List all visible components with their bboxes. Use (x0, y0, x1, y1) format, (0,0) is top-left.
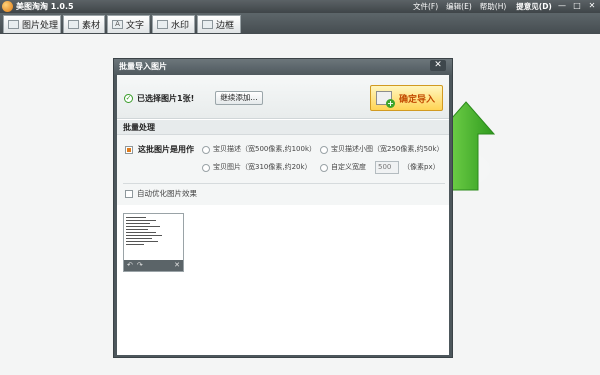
confirm-import-button[interactable]: 确定导入 (370, 85, 443, 111)
section-title: 批量处理 (123, 123, 155, 132)
menu-help[interactable]: 帮助(H) (480, 1, 507, 12)
title-bar: 美图淘淘 1.0.5 文件(F) 编辑(E) 帮助(H) 提意见(D) — □ … (0, 0, 600, 13)
material-icon (68, 20, 79, 29)
custom-width-input[interactable]: 500 (375, 161, 399, 174)
radio-custom[interactable] (320, 164, 328, 172)
app-title: 美图淘淘 1.0.5 (16, 2, 74, 11)
check-circle-icon: ✓ (124, 94, 133, 103)
border-icon (202, 20, 213, 29)
minimize-button[interactable]: — (556, 1, 568, 11)
tab-text[interactable]: A 文字 (107, 15, 150, 33)
dialog-title: 批量导入图片 (119, 62, 167, 71)
tab-label: 图片处理 (22, 21, 59, 31)
tab-label: 素材 (82, 21, 101, 31)
use-as-label: 这批图片是用作 (138, 145, 194, 154)
tab-material[interactable]: 素材 (63, 15, 105, 33)
thumbnail-preview (126, 217, 181, 259)
tab-image-process[interactable]: 图片处理 (3, 15, 61, 33)
use-as-checkbox[interactable] (125, 146, 133, 154)
window-controls: — □ ✕ (556, 1, 598, 11)
auto-optimize-label: 自动优化图片效果 (137, 189, 197, 198)
import-summary: ✓ 已选择图片1张! 继续添加... 确定导入 (117, 75, 449, 119)
continue-add-button[interactable]: 继续添加... (215, 91, 263, 105)
text-icon: A (112, 20, 123, 29)
batch-section-header: 批量处理 (117, 120, 449, 135)
batch-import-dialog: 批量导入图片 ✕ ✓ 已选择图片1张! 继续添加... 确定导入 批量处理 这批… (113, 58, 453, 358)
auto-optimize-checkbox[interactable] (125, 190, 133, 198)
confirm-import-label: 确定导入 (399, 94, 436, 105)
tab-bar: 图片处理 素材 A 文字 水印 边框 (0, 13, 600, 34)
rotate-left-icon[interactable]: ↶ (127, 260, 133, 271)
watermark-icon (157, 20, 168, 29)
dialog-close-button[interactable]: ✕ (430, 60, 446, 71)
restore-button[interactable]: □ (571, 1, 583, 11)
radio-pic[interactable] (202, 164, 210, 172)
import-icon (376, 91, 395, 108)
option-pic-label: 宝贝图片（宽310像素,约20k） (213, 163, 312, 171)
option-custom-label: 自定义宽度 (331, 163, 366, 171)
option-desc-label: 宝贝描述（宽500像素,约100k） (213, 145, 317, 153)
menu-bar: 文件(F) 编辑(E) 帮助(H) 提意见(D) (413, 1, 552, 12)
menu-file[interactable]: 文件(F) (413, 1, 438, 12)
tab-label: 文字 (126, 21, 145, 31)
menu-feedback[interactable]: 提意见(D) (516, 1, 552, 12)
menu-edit[interactable]: 编辑(E) (446, 1, 472, 12)
image-thumbnail[interactable]: ↶ ↷ ✕ (123, 213, 184, 272)
radio-desc[interactable] (202, 146, 210, 154)
tab-label: 边框 (216, 21, 235, 31)
option-desc-small-label: 宝贝描述小图（宽250像素,约50k） (331, 145, 444, 153)
selected-count-text: 已选择图片1张! (137, 94, 195, 103)
dialog-body: ✓ 已选择图片1张! 继续添加... 确定导入 批量处理 这批图片是用作 宝贝描… (117, 75, 449, 355)
app-logo-icon (2, 1, 13, 12)
tab-watermark[interactable]: 水印 (152, 15, 195, 33)
thumbnail-toolbar: ↶ ↷ ✕ (124, 260, 183, 271)
divider (123, 183, 445, 184)
delete-icon[interactable]: ✕ (174, 260, 180, 271)
image-icon (8, 20, 19, 29)
unit-label: （像素px） (403, 163, 440, 171)
dialog-header: 批量导入图片 ✕ (114, 59, 452, 75)
tab-border[interactable]: 边框 (197, 15, 241, 33)
radio-desc-small[interactable] (320, 146, 328, 154)
thumbnail-area: ↶ ↷ ✕ (117, 205, 449, 355)
close-button[interactable]: ✕ (586, 1, 598, 11)
tab-label: 水印 (171, 21, 190, 31)
rotate-right-icon[interactable]: ↷ (137, 260, 143, 271)
